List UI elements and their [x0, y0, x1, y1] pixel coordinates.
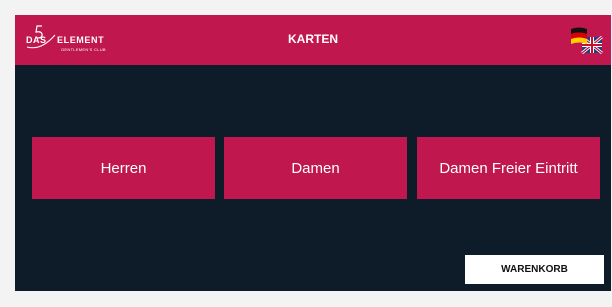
app-frame: DAS ELEMENT GENTLEMEN'S CLUB KARTEN Herr…	[15, 15, 611, 291]
card-option-damen[interactable]: Damen	[224, 137, 407, 199]
language-switch-button[interactable]	[568, 26, 604, 58]
logo-tagline: GENTLEMEN'S CLUB	[61, 47, 106, 52]
cart-button[interactable]: WARENKORB	[465, 255, 604, 284]
page-title: KARTEN	[288, 32, 338, 46]
card-option-damen-freier-eintritt[interactable]: Damen Freier Eintritt	[417, 137, 600, 199]
header-bar: DAS ELEMENT GENTLEMEN'S CLUB KARTEN	[15, 15, 611, 65]
card-option-herren[interactable]: Herren	[32, 137, 215, 199]
flag-de-uk-icon	[571, 27, 603, 55]
